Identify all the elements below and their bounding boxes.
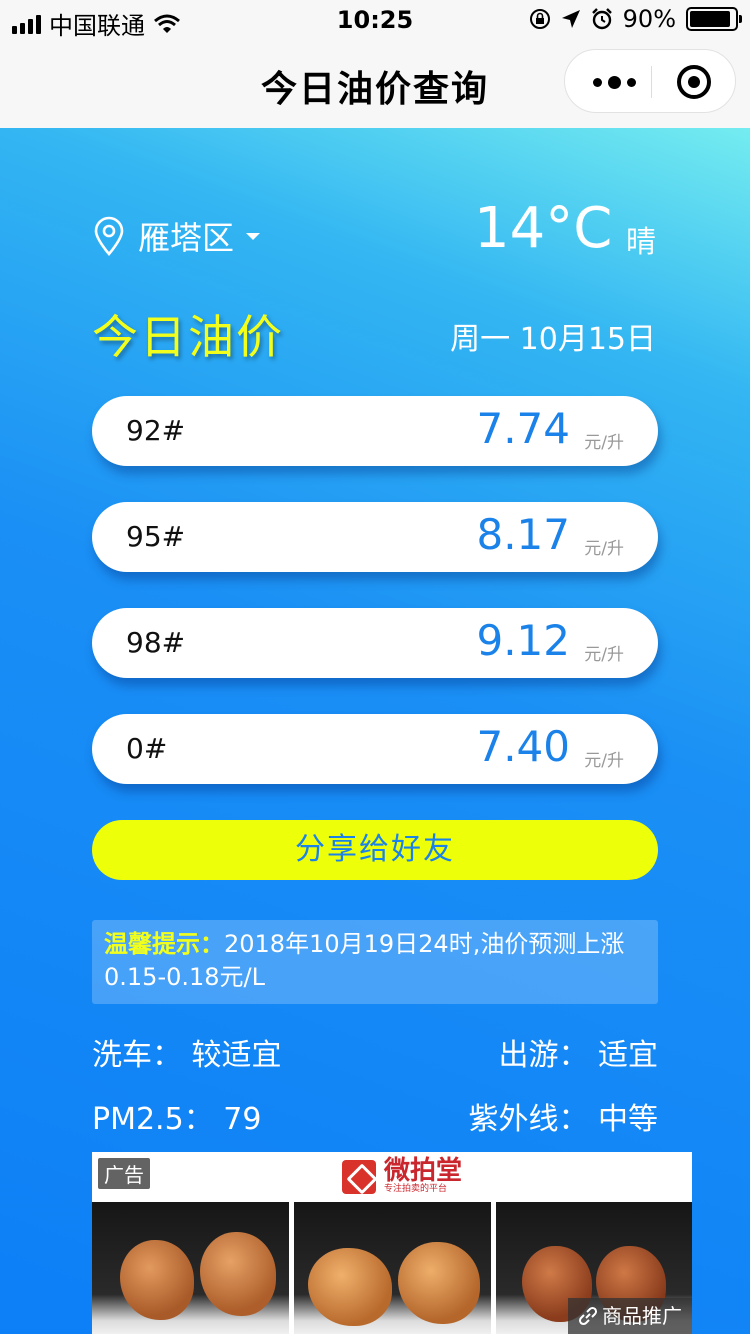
battery-icon [686,7,742,31]
price-card-0: 0# 7.40 元/升 [92,714,658,784]
fuel-price: 8.17 [476,510,570,559]
car-wash-label: 洗车： [92,1038,182,1073]
price-card-98: 98# 9.12 元/升 [92,608,658,678]
alarm-icon [591,8,612,30]
travel-value: 适宜 [598,1038,658,1073]
ad-banner[interactable]: 广告 微拍堂 专注拍卖的平台 商品推广 [92,1152,692,1334]
weather-condition: 晴 [626,225,656,260]
fuel-grade: 0# [126,732,168,765]
location-pin-icon [94,216,124,256]
orientation-lock-icon [529,9,550,29]
promo-label: 商品推广 [602,1304,682,1328]
auction-gavel-icon [342,1159,376,1194]
ad-product-image[interactable] [92,1202,289,1334]
fuel-grade: 95# [126,520,186,553]
location-arrow-icon [561,10,580,28]
battery-percent: 90% [622,5,676,33]
pm25-label: PM2.5： [92,1102,214,1137]
section-title: 今日油价 [92,310,284,364]
price-unit: 元/升 [584,645,624,665]
price-unit: 元/升 [584,433,624,453]
travel-label: 出游： [498,1038,589,1073]
uv-index: 紫外线： 中等 [468,1094,658,1138]
car-wash-index: 洗车： 较适宜 [92,1030,282,1074]
status-bar: 中国联通 10:25 90% [0,0,750,40]
date-label: 周一 10月15日 [450,322,656,357]
location-selector[interactable]: 雁塔区 [92,213,261,259]
product-promo-tag[interactable]: 商品推广 [568,1298,692,1334]
district-name: 雁塔区 [138,219,235,257]
fuel-grade: 98# [126,626,186,659]
uv-label: 紫外线： [468,1102,589,1137]
ad-badge: 广告 [98,1158,150,1189]
ad-brand: 微拍堂 [384,1156,463,1186]
ad-logo: 微拍堂 专注拍卖的平台 [342,1158,462,1195]
fuel-price: 7.74 [476,404,570,453]
price-card-92: 92# 7.74 元/升 [92,396,658,466]
uv-value: 中等 [598,1102,658,1137]
price-card-95: 95# 8.17 元/升 [92,502,658,572]
price-unit: 元/升 [584,751,624,771]
more-icon[interactable] [589,68,639,96]
share-button[interactable]: 分享给好友 [92,820,658,880]
pm25-index: PM2.5： 79 [92,1094,261,1138]
tip-label: 温馨提示： [104,930,224,958]
link-icon [578,1306,598,1326]
mini-program-capsule [564,49,736,113]
capsule-divider [651,66,652,98]
price-unit: 元/升 [584,539,624,559]
tip-box: 温馨提示：2018年10月19日24时,油价预测上涨0.15-0.18元/L [92,920,658,1004]
ad-product-image[interactable] [294,1202,491,1334]
dropdown-caret-icon [246,232,261,240]
pm25-value: 79 [223,1102,262,1137]
close-target-icon[interactable] [677,65,711,99]
travel-index: 出游： 适宜 [498,1030,658,1074]
main-content: 雁塔区 14°C 晴 今日油价 周一 10月15日 92# 7.74 元/升 9… [0,128,750,1334]
temperature: 14°C [474,196,613,261]
status-right: 90% [529,5,742,33]
car-wash-value: 较适宜 [191,1038,282,1073]
nav-bar: 今日油价查询 [0,40,750,128]
fuel-grade: 92# [126,414,186,447]
fuel-price: 7.40 [476,722,570,771]
fuel-price: 9.12 [476,616,570,665]
